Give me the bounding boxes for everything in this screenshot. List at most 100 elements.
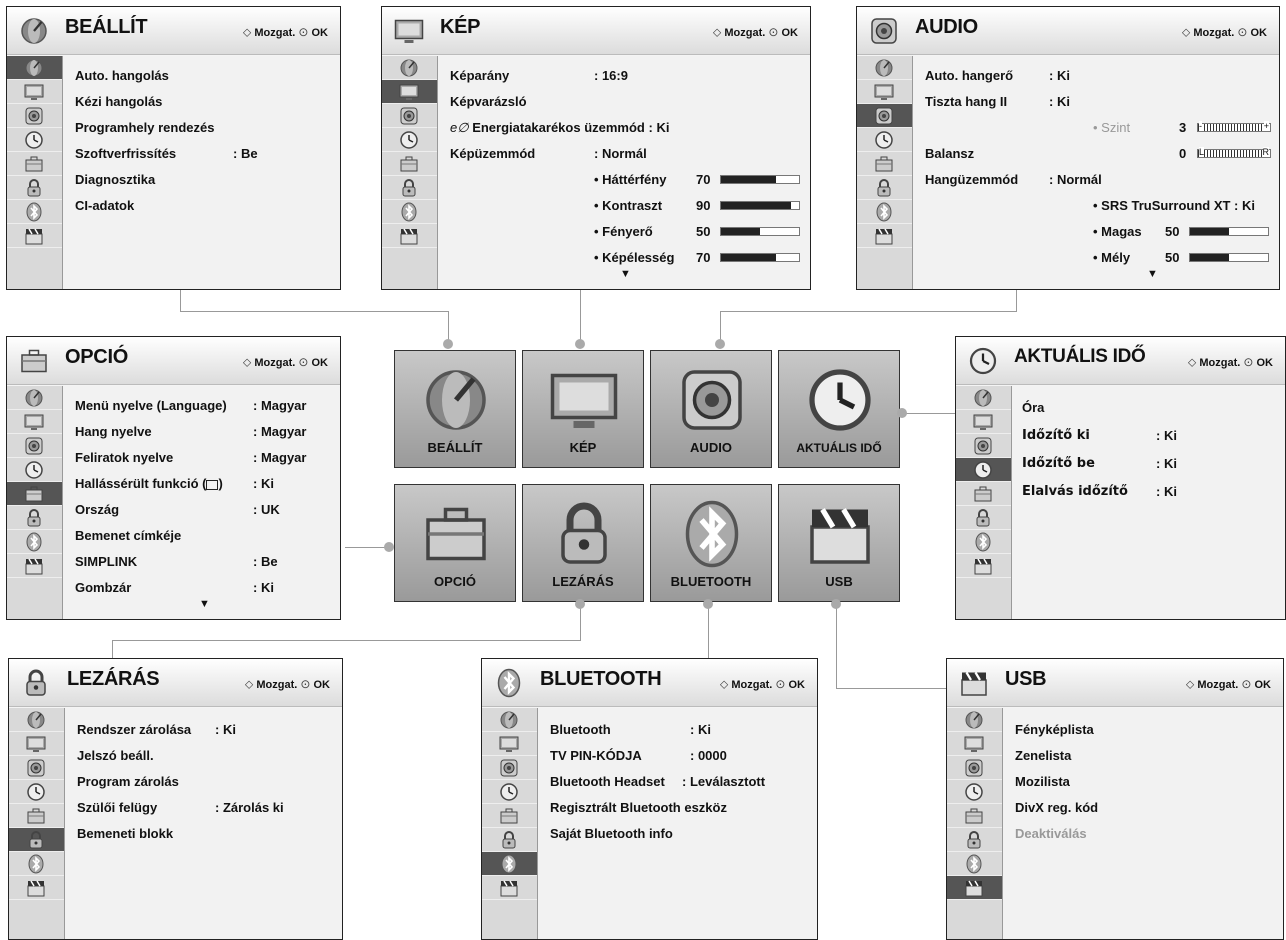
sidebar-item-audio[interactable]: [9, 756, 64, 780]
sidebar-item-ido[interactable]: [382, 128, 437, 152]
menu-item-gombzar[interactable]: Gombzár: [75, 580, 131, 595]
level-bar-kepelesseg[interactable]: [720, 253, 800, 262]
sub-item-fenyero[interactable]: • Fényerő: [594, 224, 653, 239]
menu-item-energiatakarekos[interactable]: e∅ Energiatakarékos üzemmód : Ki: [450, 120, 669, 136]
sidebar-item-lezaras[interactable]: [7, 506, 62, 530]
sidebar-item-kep[interactable]: [7, 410, 62, 434]
sidebar-item-beallit[interactable]: [7, 386, 62, 410]
menu-item-menu-nyelve[interactable]: Menü nyelve (Language): [75, 398, 227, 413]
sidebar-item-opcio[interactable]: [857, 152, 912, 176]
sidebar-item-lezaras[interactable]: [482, 828, 537, 852]
sidebar-item-opcio[interactable]: [7, 482, 62, 506]
sidebar-item-kep[interactable]: [947, 732, 1002, 756]
menu-item-mozilista[interactable]: Mozilista: [1015, 774, 1070, 789]
sidebar-item-bluetooth[interactable]: [482, 852, 537, 876]
menu-item-regisztralt[interactable]: Regisztrált Bluetooth eszköz: [550, 800, 727, 815]
menu-item-auto-hangero[interactable]: Auto. hangerő: [925, 68, 1013, 83]
sidebar-item-usb[interactable]: [7, 554, 62, 578]
menu-item-hanguzemmod[interactable]: Hangüzemmód: [925, 172, 1018, 187]
sidebar-item-ido[interactable]: [482, 780, 537, 804]
menu-item-programhely[interactable]: Programhely rendezés: [75, 120, 214, 135]
sidebar-item-audio[interactable]: [482, 756, 537, 780]
sidebar-item-lezaras[interactable]: [947, 828, 1002, 852]
sidebar-item-bluetooth[interactable]: [7, 200, 62, 224]
sidebar-item-beallit[interactable]: [482, 708, 537, 732]
sidebar-item-usb[interactable]: [382, 224, 437, 248]
menu-item-fenykeplista[interactable]: Fényképlista: [1015, 722, 1094, 737]
menu-item-szuloi-felugy[interactable]: Szülői felügy: [77, 800, 157, 815]
sidebar-item-usb[interactable]: [7, 224, 62, 248]
sidebar-item-opcio[interactable]: [9, 804, 64, 828]
menu-item-diagnosztika[interactable]: Diagnosztika: [75, 172, 155, 187]
sidebar-item-ido[interactable]: [7, 458, 62, 482]
sidebar-item-usb[interactable]: [482, 876, 537, 900]
sidebar-item-ido[interactable]: [9, 780, 64, 804]
menu-item-bluetooth[interactable]: Bluetooth: [550, 722, 611, 737]
menu-item-balansz[interactable]: Balansz: [925, 146, 974, 161]
sidebar-item-beallit[interactable]: [382, 56, 437, 80]
level-bar-hatterfeny[interactable]: [720, 175, 800, 184]
menu-item-feliratok-nyelve[interactable]: Feliratok nyelve: [75, 450, 173, 465]
tile-ido[interactable]: AKTUÁLIS IDŐ: [778, 350, 900, 468]
sidebar-item-beallit[interactable]: [857, 56, 912, 80]
level-bar-szint[interactable]: - +: [1197, 121, 1271, 132]
sidebar-item-opcio[interactable]: [382, 152, 437, 176]
menu-item-elalvas[interactable]: Elalvás időzítő: [1022, 484, 1128, 499]
menu-item-jelszo[interactable]: Jelszó beáll.: [77, 748, 154, 763]
sub-item-kepelesseg[interactable]: • Képélesség: [594, 250, 674, 265]
menu-item-bt-headset[interactable]: Bluetooth Headset: [550, 774, 665, 789]
sidebar-item-lezaras[interactable]: [382, 176, 437, 200]
sidebar-item-usb[interactable]: [956, 554, 1011, 578]
sidebar-item-lezaras[interactable]: [956, 506, 1011, 530]
sidebar-item-kep[interactable]: [956, 410, 1011, 434]
sidebar-item-audio[interactable]: [857, 104, 912, 128]
sidebar-item-beallit[interactable]: [7, 56, 62, 80]
menu-item-hallasserult[interactable]: Hallássérült funkció (): [75, 476, 223, 491]
scroll-down-icon[interactable]: ▼: [199, 598, 210, 610]
menu-item-idozito-ki[interactable]: Időzítő ki: [1022, 428, 1090, 443]
level-bar-mely[interactable]: [1189, 253, 1269, 262]
sidebar-item-opcio[interactable]: [7, 152, 62, 176]
menu-item-sajat-info[interactable]: Saját Bluetooth info: [550, 826, 673, 841]
menu-item-kepvarazslo[interactable]: Képvarázsló: [450, 94, 527, 109]
menu-item-orszag[interactable]: Ország: [75, 502, 119, 517]
tile-opcio[interactable]: OPCIÓ: [394, 484, 516, 602]
sidebar-item-bluetooth[interactable]: [7, 530, 62, 554]
sidebar-item-kep[interactable]: [7, 80, 62, 104]
scroll-down-icon[interactable]: ▼: [620, 268, 631, 280]
menu-item-zenelista[interactable]: Zenelista: [1015, 748, 1071, 763]
sidebar-item-kep[interactable]: [482, 732, 537, 756]
tile-kep[interactable]: KÉP: [522, 350, 644, 468]
sidebar-item-bluetooth[interactable]: [382, 200, 437, 224]
sidebar-item-opcio[interactable]: [947, 804, 1002, 828]
menu-item-ci-adatok[interactable]: CI-adatok: [75, 198, 134, 213]
level-bar-kontraszt[interactable]: [720, 201, 800, 210]
sidebar-item-beallit[interactable]: [956, 386, 1011, 410]
sidebar-item-bluetooth[interactable]: [9, 852, 64, 876]
menu-item-ora[interactable]: Óra: [1022, 400, 1044, 415]
sidebar-item-opcio[interactable]: [956, 482, 1011, 506]
menu-item-program-zarolas[interactable]: Program zárolás: [77, 774, 179, 789]
sub-item-mely[interactable]: • Mély: [1093, 250, 1130, 265]
tile-usb[interactable]: USB: [778, 484, 900, 602]
sidebar-item-audio[interactable]: [947, 756, 1002, 780]
sidebar-item-bluetooth[interactable]: [947, 852, 1002, 876]
sidebar-item-audio[interactable]: [382, 104, 437, 128]
sidebar-item-kep[interactable]: [382, 80, 437, 104]
sub-item-kontraszt[interactable]: • Kontraszt: [594, 198, 662, 213]
sidebar-item-usb[interactable]: [947, 876, 1002, 900]
sidebar-item-ido[interactable]: [947, 780, 1002, 804]
sub-item-szint[interactable]: • Szint: [1093, 120, 1130, 135]
sub-item-magas[interactable]: • Magas: [1093, 224, 1142, 239]
sidebar-item-lezaras[interactable]: [9, 828, 64, 852]
menu-item-rendszer-zarolasa[interactable]: Rendszer zárolása: [77, 722, 191, 737]
menu-item-keparany[interactable]: Képarány: [450, 68, 509, 83]
sidebar-item-kep[interactable]: [857, 80, 912, 104]
tile-audio[interactable]: AUDIO: [650, 350, 772, 468]
sidebar-item-ido[interactable]: [956, 458, 1011, 482]
menu-item-simplink[interactable]: SIMPLINK: [75, 554, 137, 569]
sidebar-item-audio[interactable]: [7, 104, 62, 128]
menu-item-tiszta-hang[interactable]: Tiszta hang II: [925, 94, 1007, 109]
level-bar-magas[interactable]: [1189, 227, 1269, 236]
menu-item-divx-reg[interactable]: DivX reg. kód: [1015, 800, 1098, 815]
